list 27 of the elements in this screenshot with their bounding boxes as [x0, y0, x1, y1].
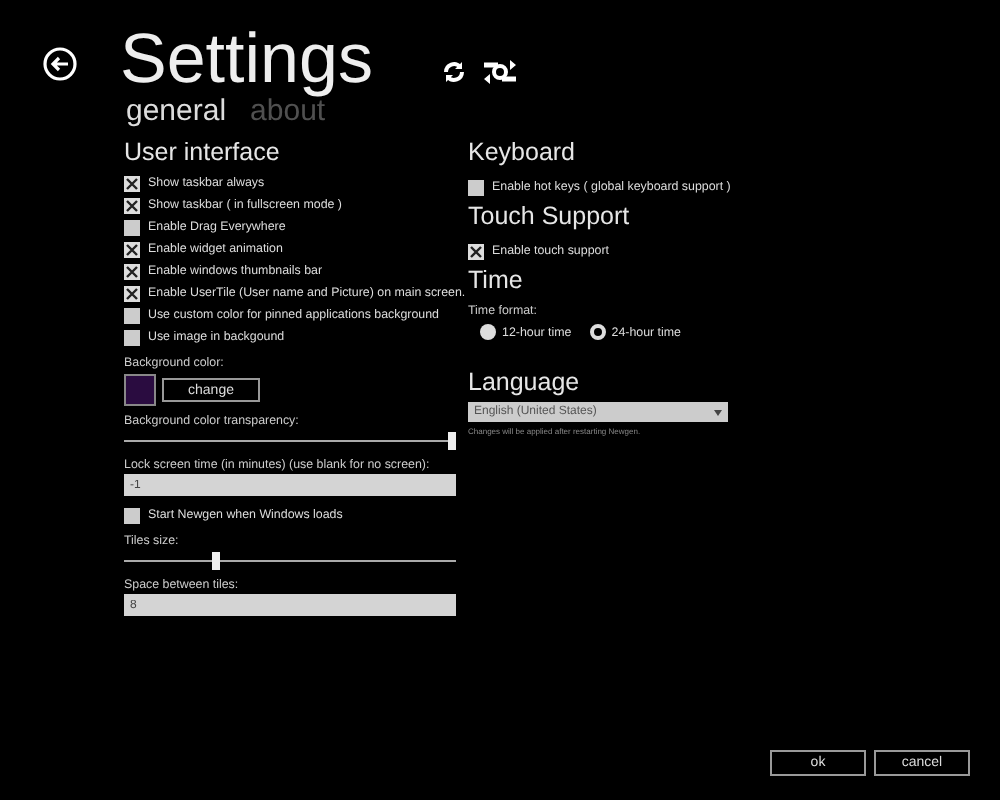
- checkbox[interactable]: [124, 507, 140, 523]
- radio-button[interactable]: [480, 324, 496, 340]
- sync-icon[interactable]: [482, 58, 519, 86]
- section-heading: User interface: [124, 136, 282, 168]
- checkbox[interactable]: [124, 197, 140, 213]
- checkbox[interactable]: [124, 175, 140, 191]
- section-heading: Language: [468, 366, 582, 398]
- slider-thumb[interactable]: [448, 432, 457, 450]
- caret-icon: [714, 409, 722, 415]
- tab[interactable]: general: [126, 96, 227, 128]
- section-heading: Touch Support: [468, 200, 632, 232]
- checkbox[interactable]: [124, 307, 140, 323]
- checkbox[interactable]: [468, 243, 484, 259]
- color-swatch[interactable]: [124, 374, 156, 406]
- slider-thumb[interactable]: [212, 552, 221, 570]
- refresh-icon[interactable]: [442, 60, 467, 84]
- section-heading: Keyboard: [468, 136, 578, 168]
- radio-button[interactable]: [589, 324, 606, 340]
- checkbox[interactable]: [124, 219, 140, 235]
- checkbox[interactable]: [124, 263, 140, 279]
- window-title: Settings: [120, 24, 373, 96]
- section-heading: Time: [468, 264, 525, 296]
- checkbox[interactable]: [468, 179, 484, 195]
- checkbox[interactable]: [124, 329, 140, 345]
- checkbox[interactable]: [124, 241, 140, 257]
- back-icon[interactable]: [42, 46, 78, 82]
- checkbox[interactable]: [124, 285, 140, 301]
